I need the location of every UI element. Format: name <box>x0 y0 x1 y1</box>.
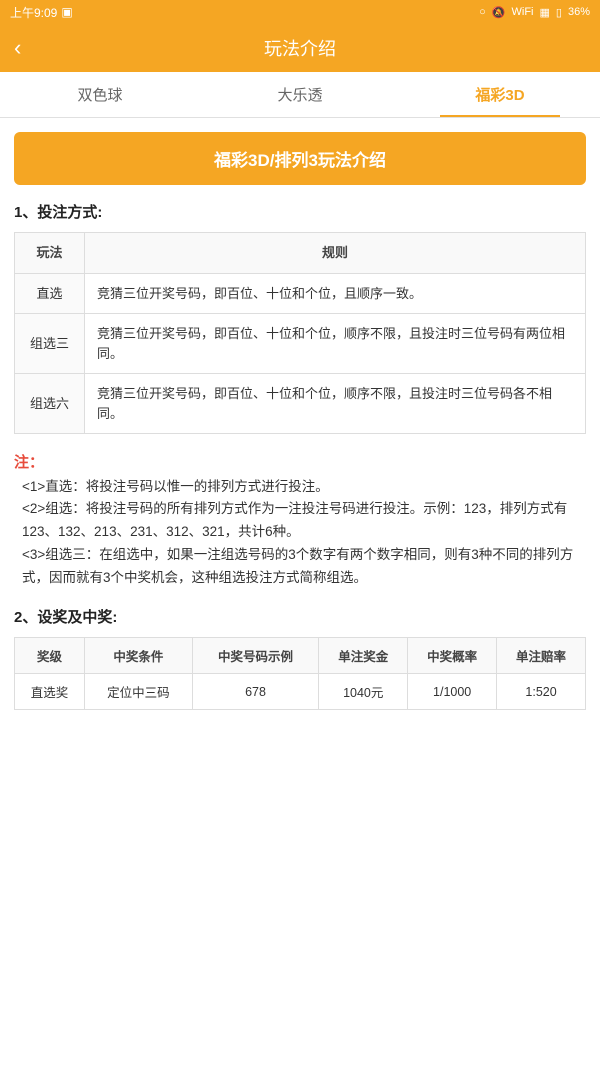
alarm-icon: ○ <box>479 6 486 18</box>
tab-daleto[interactable]: 大乐透 <box>200 72 400 117</box>
game-rule-zhixuan: 竞猜三位开奖号码，即百位、十位和个位，且顺序一致。 <box>85 273 586 314</box>
prize-odds: 1/1000 <box>408 674 497 710</box>
header: ‹ 玩法介绍 <box>0 24 600 72</box>
signal-icon: ▣ <box>61 5 72 19</box>
back-button[interactable]: ‹ <box>14 35 21 61</box>
note-item-3: <3>组选三：在组选中，如果一注组选号码的3个数字有两个数字相同，则有3种不同的… <box>22 544 586 590</box>
table-row: 组选六 竞猜三位开奖号码，即百位、十位和个位，顺序不限，且投注时三位号码各不相同… <box>15 374 586 434</box>
battery-level: 36% <box>568 6 590 18</box>
status-time: 上午9:09 ▣ <box>10 4 73 21</box>
signal-icon2: ▦ <box>540 6 550 19</box>
col-header-rule: 规则 <box>85 233 586 274</box>
prize-condition: 定位中三码 <box>85 674 193 710</box>
prize-col-payout: 单注赔率 <box>497 638 586 674</box>
prize-col-example: 中奖号码示例 <box>192 638 319 674</box>
prize-level: 直选奖 <box>15 674 85 710</box>
status-bar: 上午9:09 ▣ ○ 🔕 WiFi ▦ ▯ 36% <box>0 0 600 24</box>
game-name-zuoxuan3: 组选三 <box>15 314 85 374</box>
notes-label: 注： <box>14 454 44 471</box>
banner: 福彩3D/排列3玩法介绍 <box>14 132 586 185</box>
prize-table: 奖级 中奖条件 中奖号码示例 单注奖金 中奖概率 单注赔率 直选奖 定位中三码 … <box>14 637 586 710</box>
tab-shuangseqiu[interactable]: 双色球 <box>0 72 200 117</box>
col-header-game: 玩法 <box>15 233 85 274</box>
tab-bar: 双色球 大乐透 福彩3D <box>0 72 600 118</box>
battery-icon: ▯ <box>556 6 562 19</box>
game-name-zuoxuan6: 组选六 <box>15 374 85 434</box>
prize-example: 678 <box>192 674 319 710</box>
header-title: 玩法介绍 <box>264 35 336 61</box>
prize-amount: 1040元 <box>319 674 408 710</box>
prize-col-odds: 中奖概率 <box>408 638 497 674</box>
tab-fucai3d[interactable]: 福彩3D <box>400 72 600 117</box>
prize-payout: 1:520 <box>497 674 586 710</box>
status-icons: ○ 🔕 WiFi ▦ ▯ 36% <box>479 6 590 19</box>
main-content: 福彩3D/排列3玩法介绍 1、投注方式: 玩法 规则 直选 竞猜三位开奖号码，即… <box>0 118 600 730</box>
time-display: 上午9:09 <box>10 4 57 21</box>
game-rules-table: 玩法 规则 直选 竞猜三位开奖号码，即百位、十位和个位，且顺序一致。 组选三 竞… <box>14 232 586 434</box>
table-row: 直选 竞猜三位开奖号码，即百位、十位和个位，且顺序一致。 <box>15 273 586 314</box>
notes-section: 注： <1>直选：将投注号码以惟一的排列方式进行投注。 <2>组选：将投注号码的… <box>14 450 586 590</box>
prize-col-level: 奖级 <box>15 638 85 674</box>
prize-row: 直选奖 定位中三码 678 1040元 1/1000 1:520 <box>15 674 586 710</box>
game-rule-zuoxuan6: 竞猜三位开奖号码，即百位、十位和个位，顺序不限，且投注时三位号码各不相同。 <box>85 374 586 434</box>
section2-title: 2、设奖及中奖: <box>14 606 586 627</box>
section1-title: 1、投注方式: <box>14 201 586 222</box>
game-rule-zuoxuan3: 竞猜三位开奖号码，即百位、十位和个位，顺序不限，且投注时三位号码有两位相同。 <box>85 314 586 374</box>
bell-icon: 🔕 <box>492 6 506 19</box>
prize-col-amount: 单注奖金 <box>319 638 408 674</box>
table-row: 组选三 竞猜三位开奖号码，即百位、十位和个位，顺序不限，且投注时三位号码有两位相… <box>15 314 586 374</box>
wifi-icon: WiFi <box>512 6 534 18</box>
banner-title: 福彩3D/排列3玩法介绍 <box>214 151 386 170</box>
game-name-zhixuan: 直选 <box>15 273 85 314</box>
prize-col-condition: 中奖条件 <box>85 638 193 674</box>
note-item-2: <2>组选：将投注号码的所有排列方式作为一注投注号码进行投注。示例：123，排列… <box>22 498 586 544</box>
note-item-1: <1>直选：将投注号码以惟一的排列方式进行投注。 <box>22 476 586 499</box>
